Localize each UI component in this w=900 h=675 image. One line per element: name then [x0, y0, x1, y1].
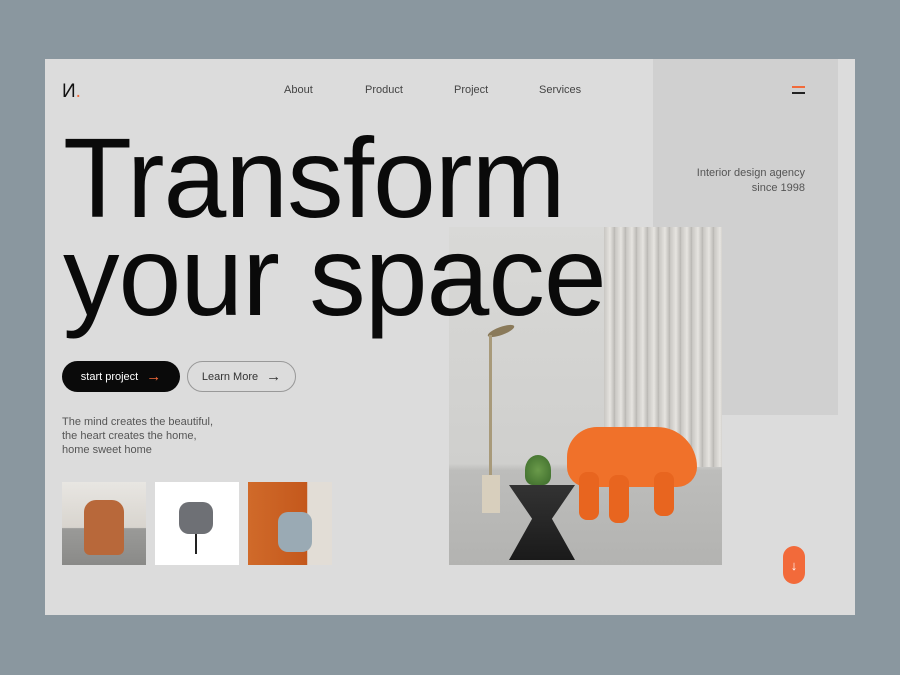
nav-about[interactable]: About [284, 84, 313, 96]
chair-base [195, 534, 197, 554]
lamp-pole [489, 335, 492, 480]
thumbnail-office-chair[interactable] [155, 482, 239, 565]
thumbnail-armchair[interactable] [62, 482, 146, 565]
armchair-shape [84, 500, 124, 555]
chair-leg [654, 472, 674, 516]
start-project-label: start project [80, 370, 139, 383]
agency-tagline: Interior design agency since 1998 [697, 166, 805, 196]
arrow-down-icon: ↓ [790, 557, 798, 573]
headline-line-2: your space [63, 213, 607, 339]
arrow-right-icon: → [146, 368, 162, 385]
learn-more-label: Learn More [201, 370, 259, 383]
logo-mark: И [62, 81, 76, 102]
learn-more-button[interactable]: Learn More → [187, 361, 296, 392]
chair-leg [609, 475, 629, 523]
chair-shape [179, 502, 213, 534]
arrow-right-icon: → [266, 368, 282, 385]
tagline-line-1: Interior design agency [696, 167, 805, 179]
nav-project[interactable]: Project [454, 84, 488, 96]
nav-services[interactable]: Services [539, 84, 581, 96]
lounge-chair-shape [278, 512, 312, 552]
logo[interactable]: И. [62, 81, 81, 103]
lamp-base [482, 475, 500, 513]
plant [525, 455, 551, 485]
scroll-down-button[interactable]: ↓ [783, 546, 805, 584]
hero-description: The mind creates the beautiful, the hear… [62, 416, 214, 456]
logo-dot: . [75, 81, 81, 102]
side-table [509, 485, 575, 560]
start-project-button[interactable]: start project → [62, 361, 180, 392]
chair-leg [579, 472, 599, 520]
landing-page: И. About Product Project Services Interi… [45, 59, 855, 615]
menu-icon[interactable] [792, 86, 805, 98]
thumbnail-lounge-chair[interactable] [248, 482, 332, 565]
nav-product[interactable]: Product [365, 84, 403, 96]
hero-headline: Transform your space [63, 122, 607, 339]
tagline-line-2: since 1998 [751, 182, 805, 194]
